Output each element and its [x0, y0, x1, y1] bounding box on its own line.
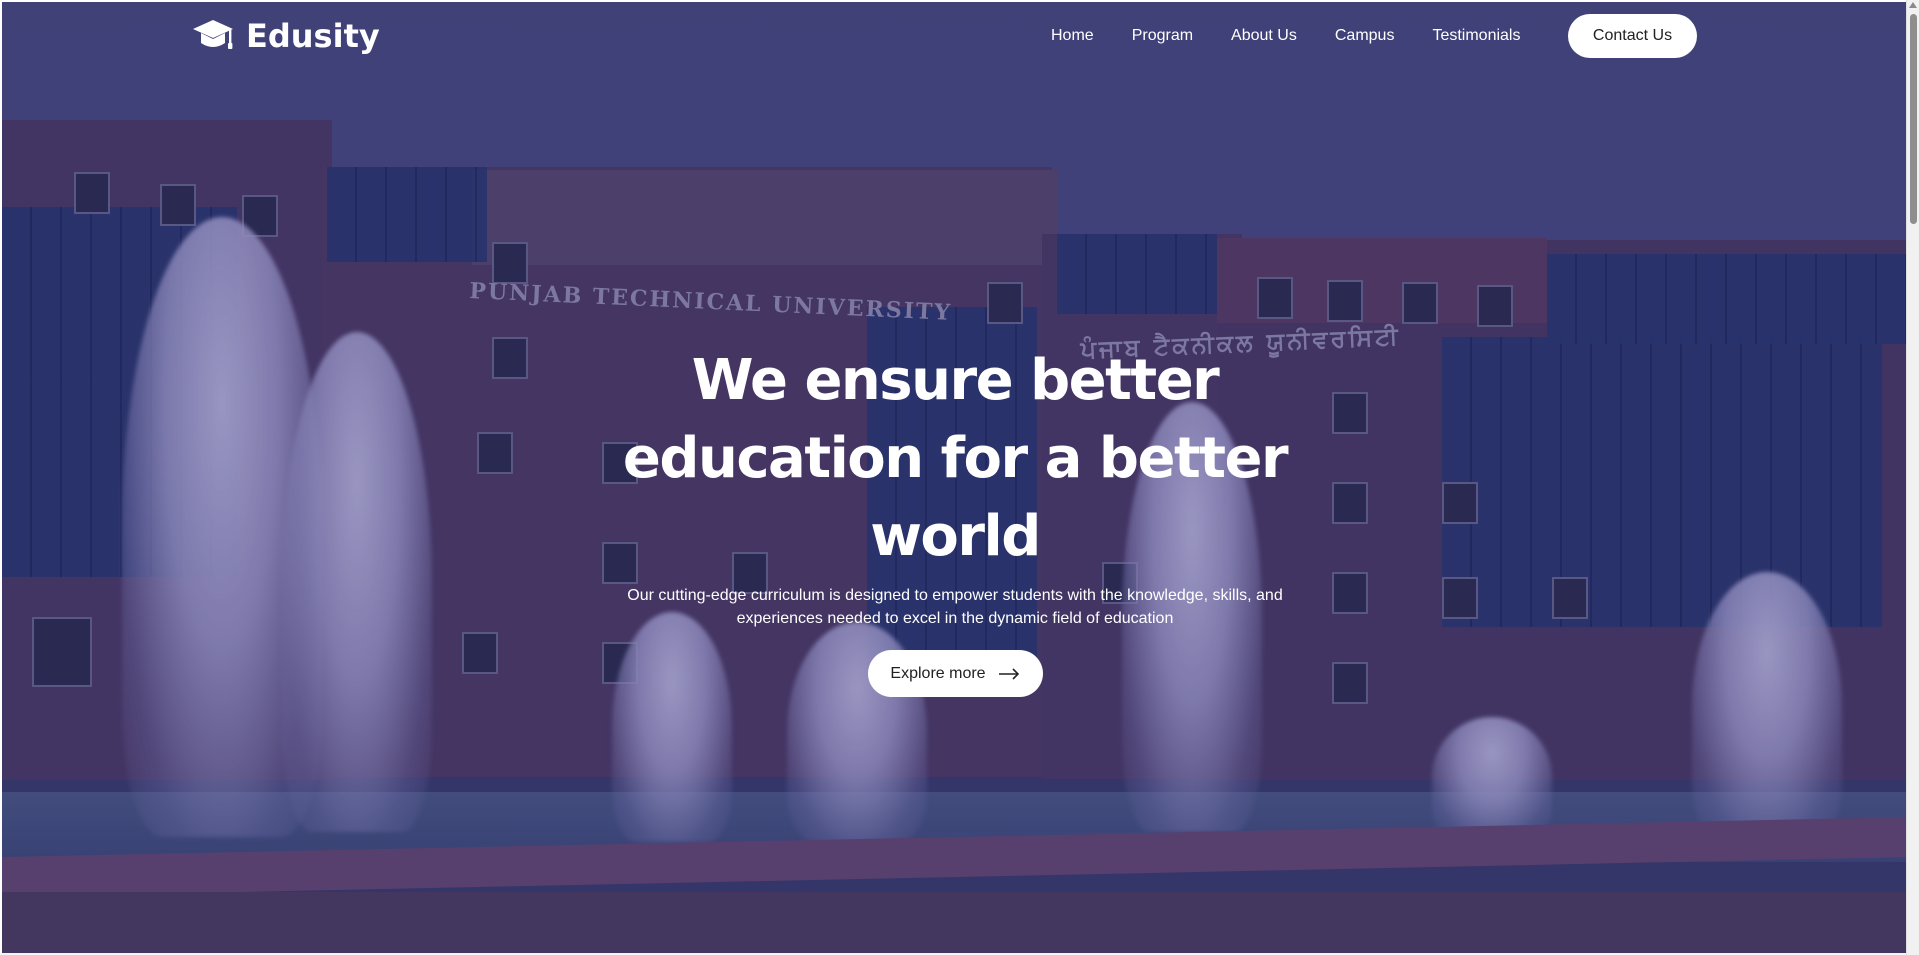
hero-title: We ensure better education for a better …	[622, 348, 1289, 569]
arrow-right-icon	[998, 667, 1019, 680]
nav-item-campus[interactable]: Campus	[1335, 27, 1395, 45]
explore-more-label: Explore more	[890, 664, 986, 682]
explore-more-button[interactable]: Explore more	[867, 650, 1043, 697]
hero-subtitle: Our cutting-edge curriculum is designed …	[627, 587, 1283, 627]
scroll-up-arrow-icon[interactable]	[1909, 2, 1917, 8]
vertical-scrollbar[interactable]	[1906, 0, 1919, 955]
browser-viewport: PUNJAB TECHNICAL UNIVERSITY ਪੰਜਾਬ ਟੈਕਨੀਕ…	[0, 0, 1919, 955]
graduation-cap-icon	[193, 20, 233, 49]
hero-section: PUNJAB TECHNICAL UNIVERSITY ਪੰਜਾਬ ਟੈਕਨੀਕ…	[2, 2, 1906, 953]
brand-name: Edusity	[246, 17, 380, 55]
nav-menu: Home Program About Us Campus Testimonial…	[1032, 14, 1539, 58]
contact-us-button[interactable]: Contact Us	[1568, 14, 1697, 58]
nav-item-testimonials[interactable]: Testimonials	[1432, 27, 1520, 45]
navbar: Edusity Home Program About Us Campus Tes…	[2, 2, 1906, 72]
nav-item-about-us[interactable]: About Us	[1231, 27, 1297, 45]
scrollbar-thumb[interactable]	[1910, 14, 1917, 224]
nav-item-program[interactable]: Program	[1132, 27, 1193, 45]
nav-item-home[interactable]: Home	[1051, 27, 1094, 45]
hero-content: We ensure better education for a better …	[2, 342, 1906, 697]
brand-logo[interactable]: Edusity	[192, 16, 380, 56]
